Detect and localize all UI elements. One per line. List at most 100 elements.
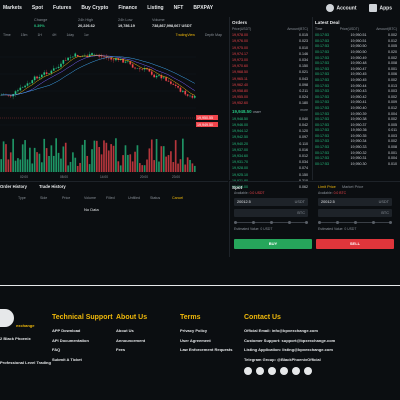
volume-bar xyxy=(138,163,141,172)
candle-body xyxy=(14,91,17,94)
candle-body xyxy=(29,83,31,84)
buy-slider[interactable] xyxy=(234,221,308,224)
volume-bar xyxy=(45,148,48,172)
volume-bar xyxy=(124,145,127,172)
slider-dot[interactable] xyxy=(305,221,308,224)
nav-futures[interactable]: Futures xyxy=(53,5,71,12)
volume-bar xyxy=(155,138,158,172)
sell-amount-unit: BTC xyxy=(381,211,389,215)
candle-body xyxy=(52,68,55,71)
volume-bar xyxy=(177,163,179,172)
link-privacy[interactable]: Privacy Policy xyxy=(180,328,232,334)
sell-button[interactable]: SELL xyxy=(316,239,394,249)
volume-bar xyxy=(170,151,172,172)
link-app-download[interactable]: APP Download xyxy=(52,328,113,334)
volume-bar xyxy=(38,153,41,172)
candle-body xyxy=(38,77,41,79)
slider-dot[interactable] xyxy=(354,221,357,224)
link-submit-ticket[interactable]: Submit A Ticket xyxy=(52,357,113,363)
col-volume: Volume xyxy=(84,195,96,200)
last-price-row: 19,948.50 USDT more xyxy=(230,107,311,116)
twitter-icon[interactable] xyxy=(256,367,264,376)
volume-bar xyxy=(193,165,196,172)
slider-dot[interactable] xyxy=(372,221,375,224)
buy-button[interactable]: BUY xyxy=(234,239,312,249)
slider-dot[interactable] xyxy=(270,221,273,224)
instagram-icon[interactable] xyxy=(292,367,300,376)
candle-body xyxy=(69,57,72,58)
interval-4h[interactable]: 4H xyxy=(52,33,56,40)
more-link[interactable]: more xyxy=(300,109,308,113)
nav-markets[interactable]: Markets xyxy=(3,5,22,12)
telegram-icon[interactable] xyxy=(244,367,252,376)
account-link[interactable]: Account xyxy=(325,4,357,12)
nav-nft[interactable]: NFT xyxy=(174,5,184,12)
candle-body xyxy=(45,72,48,74)
candle-body xyxy=(103,56,105,58)
tab-market-price[interactable]: Market Price xyxy=(342,185,363,189)
interval-15m[interactable]: 15m xyxy=(21,33,28,40)
volume-bar xyxy=(162,146,165,172)
tab-order-history[interactable]: Order History xyxy=(0,184,27,190)
official-email[interactable]: Official Email: info@bpxexchange.com xyxy=(244,328,335,334)
volume-bar xyxy=(26,159,29,172)
facebook-icon[interactable] xyxy=(268,367,276,376)
interval-time[interactable]: Time xyxy=(3,33,11,40)
slider-dot[interactable] xyxy=(252,221,255,224)
row-price: 19,952.60 xyxy=(232,101,248,106)
link-api-docs[interactable]: API Documentation xyxy=(52,338,113,344)
sell-price-input[interactable]: 20012.5 USDT xyxy=(318,198,392,206)
deal-row: 00:17:53 19,950.30 0.010 xyxy=(313,162,400,168)
nav-listing[interactable]: Listing xyxy=(147,5,163,12)
slider-dot[interactable] xyxy=(389,221,392,224)
apps-link[interactable]: Apps xyxy=(368,4,393,12)
link-user-agreement[interactable]: User Agreement xyxy=(180,338,232,344)
sell-amount-input[interactable]: BTC xyxy=(318,209,392,217)
sell-slider[interactable] xyxy=(318,221,392,224)
buy-price-input[interactable]: 20012.5 USDT xyxy=(234,198,308,206)
telegram-group[interactable]: Telegram Group: @BlackPhoenixOfficial xyxy=(244,357,335,363)
tradingview-tab[interactable]: TradingView xyxy=(176,33,195,40)
support-email[interactable]: Customer Support: support@bpxexchange.co… xyxy=(244,338,335,344)
candle-body xyxy=(127,61,129,62)
cancel-all-button[interactable]: Cancel xyxy=(172,196,194,200)
depth-map-tab[interactable]: Depth Map xyxy=(205,33,222,40)
slider-dot[interactable] xyxy=(318,221,321,224)
volume-bar xyxy=(165,156,167,172)
est-label: Estimated Value: xyxy=(318,227,344,231)
nav-buy-crypto[interactable]: Buy Crypto xyxy=(81,5,108,12)
link-about-us[interactable]: About Us xyxy=(116,328,147,334)
listing-email[interactable]: Listing Application: listing@bpxexchange… xyxy=(244,348,335,353)
candle-body xyxy=(167,80,170,82)
buy-amount-input[interactable]: BTC xyxy=(234,209,308,217)
tab-trade-history[interactable]: Trade History xyxy=(39,184,66,190)
apps-label: Apps xyxy=(379,5,393,12)
interval-1day[interactable]: 1day xyxy=(66,33,74,40)
interval-1w[interactable]: 1w xyxy=(84,33,88,40)
slider-dot[interactable] xyxy=(336,221,339,224)
youtube-icon[interactable] xyxy=(280,367,288,376)
link-faq[interactable]: FAQ xyxy=(52,348,113,353)
link-announcement[interactable]: Announcement xyxy=(116,338,147,344)
volume-bar xyxy=(21,144,24,172)
slider-dot[interactable] xyxy=(288,221,291,224)
nav-finance[interactable]: Finance xyxy=(118,5,137,12)
volume-bar xyxy=(74,157,77,172)
apps-icon xyxy=(368,4,377,12)
volume-bar xyxy=(62,146,65,172)
volume-bar xyxy=(100,154,103,172)
interval-1h[interactable]: 1H xyxy=(37,33,41,40)
link-fees[interactable]: Fees xyxy=(116,348,147,353)
candle-body xyxy=(40,74,43,78)
volume-bar xyxy=(134,151,136,172)
nav-bpxpay[interactable]: BPXPAY xyxy=(193,5,213,12)
ma-line-purple xyxy=(1,55,195,96)
tiktok-icon[interactable] xyxy=(304,367,312,376)
nav-spot[interactable]: Spot xyxy=(32,5,43,12)
slider-dot[interactable] xyxy=(234,221,237,224)
volume-bar xyxy=(31,163,34,172)
candlestick-chart[interactable]: 19,950.55 19,949.50 02:00 08:00 14:00 20… xyxy=(0,40,228,180)
link-law-enforcement[interactable]: Law Enforcement Requests xyxy=(180,348,232,353)
change-label: Change xyxy=(34,18,48,22)
tab-limit-price[interactable]: Limit Price xyxy=(318,185,336,189)
